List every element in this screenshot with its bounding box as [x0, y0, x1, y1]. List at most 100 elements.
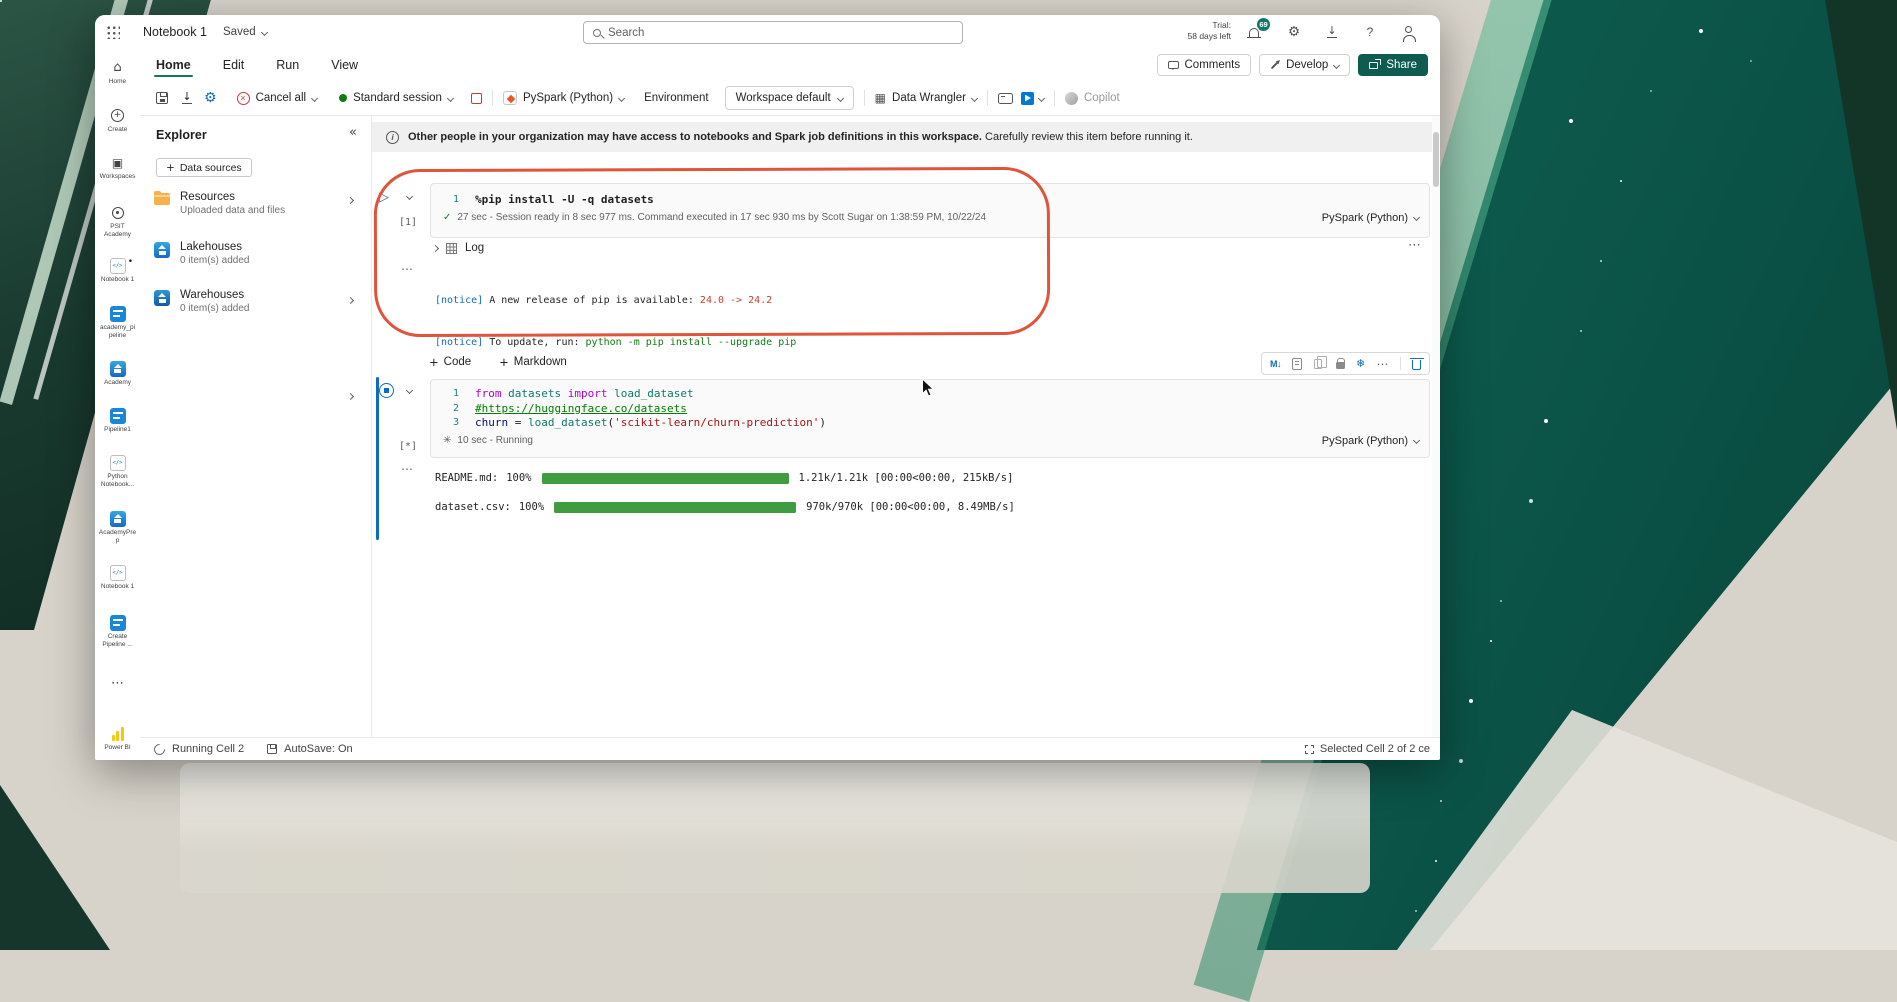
- add-code-cell-button[interactable]: + Code: [429, 355, 471, 369]
- notifications-button[interactable]: 69: [1241, 20, 1267, 44]
- rail-item-academy-pipeline[interactable]: academy_pi peline: [95, 305, 140, 339]
- comments-button[interactable]: Comments: [1157, 54, 1252, 76]
- parameter-cell-icon[interactable]: [1292, 358, 1302, 370]
- rail-item-home[interactable]: ⌂ Home: [95, 59, 140, 86]
- rail-item-notebook-1[interactable]: • </> Notebook 1: [95, 257, 140, 284]
- log-more-actions-icon[interactable]: ⋯: [1408, 238, 1422, 253]
- cancel-icon: ×: [237, 92, 250, 105]
- freeze-cell-icon[interactable]: ❄: [1356, 357, 1365, 370]
- output-more-actions-icon[interactable]: ⋯: [401, 262, 414, 276]
- account-button[interactable]: [1395, 20, 1421, 44]
- add-markdown-cell-button[interactable]: + Markdown: [499, 355, 567, 369]
- chevron-right-icon[interactable]: [347, 197, 354, 204]
- progress-file-label: dataset.csv:: [435, 501, 511, 513]
- cell-toolbar: M↓ ❄ ⋯: [1261, 352, 1430, 375]
- chevron-down-icon: [618, 94, 625, 101]
- rail-item-academy[interactable]: Academy: [95, 360, 140, 387]
- explorer-item-resources[interactable]: Resources Uploaded data and files: [154, 191, 365, 216]
- vscode-icon[interactable]: [1021, 92, 1034, 105]
- notebook-title[interactable]: Notebook 1: [143, 15, 207, 49]
- app-launcher-button[interactable]: [101, 20, 125, 44]
- chevron-down-icon[interactable]: [1038, 94, 1045, 101]
- save-state-dropdown[interactable]: Saved: [223, 15, 267, 49]
- chevron-down-icon: [447, 94, 454, 101]
- more-actions-icon[interactable]: ⋯: [1376, 357, 1388, 371]
- save-icon[interactable]: [156, 92, 168, 104]
- pipeline-icon: [110, 407, 126, 424]
- chevron-right-icon[interactable]: [347, 393, 354, 400]
- line-number: 2: [431, 402, 475, 417]
- search-input[interactable]: [608, 27, 953, 39]
- rail-item-more[interactable]: ⋯: [95, 675, 140, 694]
- cell-2-kernel-selector[interactable]: PySpark (Python): [1322, 435, 1419, 447]
- explorer-item-warehouses[interactable]: Warehouses 0 item(s) added: [154, 289, 365, 314]
- search-box[interactable]: [583, 21, 963, 44]
- rail-item-workspaces[interactable]: ▣ Workspaces: [95, 154, 140, 181]
- selection-box-icon: [1305, 745, 1314, 754]
- copilot-button[interactable]: Copilot: [1065, 92, 1120, 105]
- rail-item-create[interactable]: + Create: [95, 107, 140, 134]
- warehouse-icon: [154, 290, 170, 306]
- log-section-header[interactable]: Log: [433, 242, 484, 254]
- create-icon: +: [111, 107, 124, 124]
- tab-run[interactable]: Run: [274, 49, 301, 81]
- rail-item-academyprep[interactable]: AcademyPre p: [95, 510, 140, 544]
- scrollbar-thumb[interactable]: [1433, 132, 1439, 187]
- data-wrangler-button[interactable]: ▦ Data Wrangler: [875, 91, 977, 105]
- session-settings-gear-icon[interactable]: ⚙: [204, 90, 217, 106]
- tab-view[interactable]: View: [329, 49, 360, 81]
- chevron-down-icon: [971, 94, 978, 101]
- stop-running-cell-button[interactable]: [379, 383, 394, 398]
- rail-item-power-bi[interactable]: Power BI: [95, 725, 140, 752]
- rail-label: Home: [95, 78, 156, 86]
- chevron-down-icon[interactable]: [406, 193, 413, 200]
- export-download-icon[interactable]: ↓: [182, 92, 192, 104]
- rail-item-create-pipeline[interactable]: Create Pipeline ...: [95, 614, 140, 648]
- log-grid-icon: [446, 243, 457, 254]
- cell-2-execution-count: [*]: [399, 441, 417, 452]
- session-label: Standard session: [353, 92, 442, 104]
- rail-item-psit-academy[interactable]: PSIT Academy: [95, 204, 140, 238]
- share-button[interactable]: Share: [1358, 54, 1428, 76]
- tab-home[interactable]: Home: [154, 49, 193, 81]
- cell-1-kernel-selector[interactable]: PySpark (Python): [1322, 212, 1419, 224]
- language-selector[interactable]: PySpark (Python): [503, 91, 624, 105]
- cancel-all-button[interactable]: × Cancel all: [237, 92, 318, 105]
- download-button[interactable]: ↓: [1319, 20, 1345, 44]
- running-status-label: Running Cell 2: [172, 743, 244, 755]
- comments-label: Comments: [1185, 59, 1241, 71]
- app-window: Notebook 1 Saved Trial: 58 days left 69 …: [95, 15, 1440, 760]
- copy-icon[interactable]: [1314, 359, 1325, 369]
- help-button[interactable]: ?: [1357, 20, 1383, 44]
- banner-bold: Other people in your organization may ha…: [408, 131, 982, 143]
- console-icon[interactable]: [998, 93, 1013, 104]
- log-version-text: 24.0 -> 24.2: [700, 295, 772, 306]
- chevron-down-icon[interactable]: [406, 387, 413, 394]
- tab-edit[interactable]: Edit: [221, 49, 247, 81]
- output-more-actions-icon[interactable]: ⋯: [401, 462, 414, 476]
- develop-button[interactable]: Develop: [1259, 54, 1350, 76]
- rail-item-python-notebook[interactable]: </> Python Notebook...: [95, 454, 140, 488]
- environment-menu[interactable]: Environment: [644, 92, 709, 104]
- explorer-item-lakehouses[interactable]: Lakehouses 0 item(s) added: [154, 241, 365, 266]
- background-decoration-bottom-left: [0, 785, 110, 950]
- run-cell-button[interactable]: ▷: [379, 190, 389, 205]
- collapse-panel-icon[interactable]: «: [349, 125, 357, 140]
- convert-to-markdown-icon[interactable]: M↓: [1270, 359, 1281, 369]
- keyword-token: from: [475, 387, 502, 402]
- vertical-scrollbar[interactable]: [1432, 116, 1440, 737]
- settings-button[interactable]: ⚙: [1281, 20, 1307, 44]
- cell-1[interactable]: 1 %pip install -U -q datasets ✓ 27 sec -…: [430, 183, 1430, 238]
- workspace-selector[interactable]: Workspace default: [725, 86, 854, 110]
- lock-icon[interactable]: [1336, 358, 1345, 369]
- delete-cell-icon[interactable]: [1412, 357, 1421, 370]
- stop-session-icon[interactable]: [471, 93, 482, 104]
- toolbar-divider: [492, 90, 493, 106]
- download-arrow-glyph: ↓: [182, 92, 191, 102]
- lakehouse-icon: [110, 510, 126, 527]
- data-sources-button[interactable]: + Data sources: [156, 158, 252, 177]
- rail-item-pipeline1[interactable]: Pipeline1: [95, 407, 140, 434]
- autosave-label[interactable]: AutoSave: On: [284, 743, 353, 755]
- rail-item-notebook-1b[interactable]: </> Notebook 1: [95, 564, 140, 591]
- session-status-dropdown[interactable]: Standard session: [339, 92, 453, 104]
